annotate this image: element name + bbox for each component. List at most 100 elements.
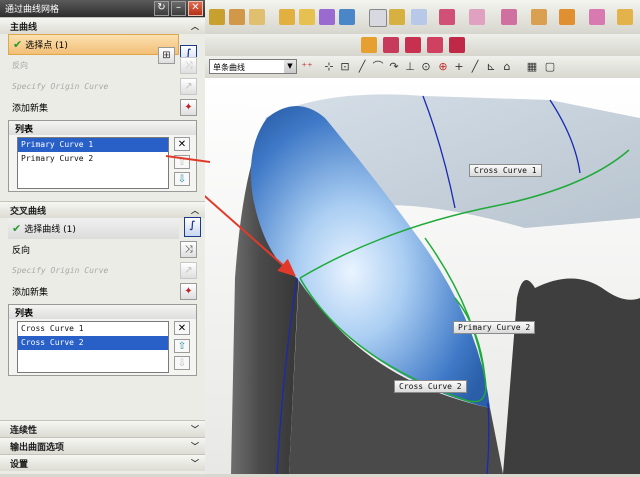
offset-icon[interactable] — [531, 9, 547, 25]
list-item[interactable]: Primary Curve 1 — [18, 138, 168, 152]
cross-reverse-row[interactable]: 反向 ⤨ — [0, 239, 205, 260]
list-item[interactable]: Cross Curve 2 — [18, 336, 168, 350]
list-item[interactable]: Cross Curve 1 — [18, 322, 168, 336]
join-curve-icon[interactable] — [405, 37, 421, 53]
primary-curve-2-label: Primary Curve 2 — [453, 321, 536, 334]
snap-perp-icon[interactable]: ⊾ — [485, 60, 497, 74]
cross-curve-2-label: Cross Curve 2 — [394, 380, 467, 393]
primary-add-set-row[interactable]: 添加新集 ✦ — [0, 97, 205, 118]
snap-diag-icon[interactable]: ╱ — [469, 60, 481, 74]
snap-point-icon[interactable]: ⊡ — [339, 60, 351, 74]
snap-settings-icon[interactable]: ▦ — [526, 60, 538, 74]
move-up-icon[interactable]: ⇧ — [174, 339, 190, 353]
move-down-icon[interactable]: ⇩ — [174, 172, 190, 186]
primary-reverse-label: 反向 — [12, 61, 28, 70]
snap-curve-icon[interactable]: ⌒ — [372, 60, 384, 74]
move-down-icon[interactable]: ⇩ — [174, 356, 190, 370]
add-set-icon[interactable]: ✦ — [180, 99, 197, 116]
snap-quadrant-icon[interactable]: ⊥ — [404, 60, 416, 74]
project-curve-icon[interactable] — [427, 37, 443, 53]
trim-icon[interactable] — [501, 9, 517, 25]
cross-select-label: 选择曲线 (1) — [24, 225, 76, 235]
cross-select-row[interactable]: ✔ 选择曲线 (1) ∫ — [8, 217, 201, 239]
primary-curves-header[interactable]: 主曲线 ︿ — [0, 17, 205, 34]
side-wall-right — [503, 278, 640, 474]
primary-select-label: 选择点 (1) — [25, 41, 68, 51]
sew-icon[interactable] — [559, 9, 575, 25]
chevron-down-icon: ﹀ — [191, 458, 199, 468]
cross-origin-row[interactable]: Specify Origin Curve ↗ — [0, 260, 205, 281]
snap-arc-center-icon[interactable]: ⊙ — [420, 60, 432, 74]
snap-tangent-icon[interactable]: ↷ — [388, 60, 400, 74]
checkmark-icon: ✔ — [13, 38, 23, 51]
cross-curve-list[interactable]: Cross Curve 1 Cross Curve 2 — [17, 321, 169, 373]
wireframe-icon[interactable] — [411, 9, 427, 25]
face-icon[interactable] — [339, 9, 355, 25]
undo-icon[interactable] — [209, 9, 225, 25]
cross-curve-1-label: Cross Curve 1 — [469, 164, 542, 177]
dialog-titlebar[interactable]: 通过曲线网格 ↻ – ✕ — [0, 0, 205, 17]
curve-rule-value: 单条曲线 — [213, 63, 245, 72]
remove-icon[interactable]: ✕ — [174, 321, 190, 335]
remove-icon[interactable]: ✕ — [174, 137, 190, 151]
close-icon[interactable]: ✕ — [188, 1, 203, 16]
snap-face-icon[interactable]: ⌂ — [501, 60, 513, 74]
snap-center-icon[interactable]: ⊕ — [437, 60, 449, 74]
cross-curves-header[interactable]: 交叉曲线 ︿ — [0, 201, 205, 218]
continuity-title: 连续性 — [10, 425, 38, 436]
primary-curves-title: 主曲线 — [10, 22, 38, 33]
cross-list-header: 列表 — [9, 305, 196, 319]
primary-reverse-row[interactable]: 反向 ⤨ — [0, 55, 205, 76]
chevron-down-icon: ﹀ — [191, 441, 199, 451]
graphics-viewport[interactable]: Cross Curve 1 Primary Curve 2 Cross Curv… — [164, 78, 640, 475]
primary-curve-list[interactable]: Primary Curve 1 Primary Curve 2 — [17, 137, 169, 189]
cross-add-set-row[interactable]: 添加新集 ✦ — [0, 281, 205, 302]
cross-origin-label: Specify Origin Curve — [12, 266, 109, 275]
snap-clear-icon[interactable]: ▢ — [544, 60, 556, 74]
curve-select-icon[interactable]: ∫ — [184, 217, 201, 237]
snap-grid-icon[interactable]: ⊹ — [323, 60, 335, 74]
callout-arrow-tail — [165, 155, 210, 163]
cross-curves-title: 交叉曲线 — [10, 206, 47, 217]
reverse-icon[interactable]: ⤨ — [180, 241, 197, 258]
minimize-icon[interactable]: – — [171, 1, 186, 16]
blend-icon[interactable] — [319, 9, 335, 25]
bridge-curve-icon[interactable] — [383, 37, 399, 53]
cylinder-icon[interactable] — [299, 9, 315, 25]
continuity-section[interactable]: 连续性 ﹀ — [0, 420, 205, 437]
primary-list-header: 列表 — [9, 121, 196, 135]
extract-curve-icon[interactable] — [361, 37, 377, 53]
curve-rule-dropdown[interactable]: 单条曲线 ▼ — [209, 59, 297, 74]
box-icon[interactable] — [229, 9, 245, 25]
curve-feature-icon[interactable] — [439, 9, 455, 25]
add-set-icon[interactable]: ✦ — [180, 283, 197, 300]
snap-line-icon[interactable]: ╱ — [356, 60, 368, 74]
snap-plus-icon[interactable]: + — [453, 60, 465, 74]
primary-add-set-label: 添加新集 — [12, 104, 49, 114]
origin-curve-icon[interactable]: ↗ — [180, 262, 197, 279]
patch-icon[interactable] — [617, 9, 633, 25]
dialog-title: 通过曲线网格 — [5, 5, 60, 15]
view-icon[interactable] — [369, 9, 387, 27]
mesh-surface-icon[interactable] — [469, 9, 485, 25]
copy-icon[interactable] — [249, 9, 265, 25]
reverse-icon[interactable]: ⤨ — [180, 57, 197, 74]
cross-list-panel: 列表 Cross Curve 1 Cross Curve 2 ✕ ⇧ ⇩ — [8, 304, 197, 376]
output-surface-options-section[interactable]: 输出曲面选项 ﹀ — [0, 437, 205, 454]
list-item[interactable]: Primary Curve 2 — [18, 152, 168, 166]
output-surface-title: 输出曲面选项 — [10, 442, 65, 453]
reset-icon[interactable]: ↻ — [154, 1, 169, 16]
checkmark-icon: ✔ — [12, 222, 22, 235]
model-render — [164, 78, 640, 475]
render-icon[interactable] — [389, 9, 405, 25]
chevron-up-icon: ︿ — [191, 205, 199, 215]
block-icon[interactable] — [279, 9, 295, 25]
intersect-curve-icon[interactable] — [449, 37, 465, 53]
settings-section[interactable]: 设置 ﹀ — [0, 454, 205, 471]
primary-select-row[interactable]: ✔ 选择点 (1) — [8, 34, 179, 55]
snap-endpoint-icon[interactable]: ⁺⁺ — [301, 60, 313, 74]
chevron-up-icon: ︿ — [191, 21, 199, 31]
extend-icon[interactable] — [589, 9, 605, 25]
origin-curve-icon[interactable]: ↗ — [180, 78, 197, 95]
primary-origin-row[interactable]: Specify Origin Curve ↗ — [0, 76, 205, 97]
